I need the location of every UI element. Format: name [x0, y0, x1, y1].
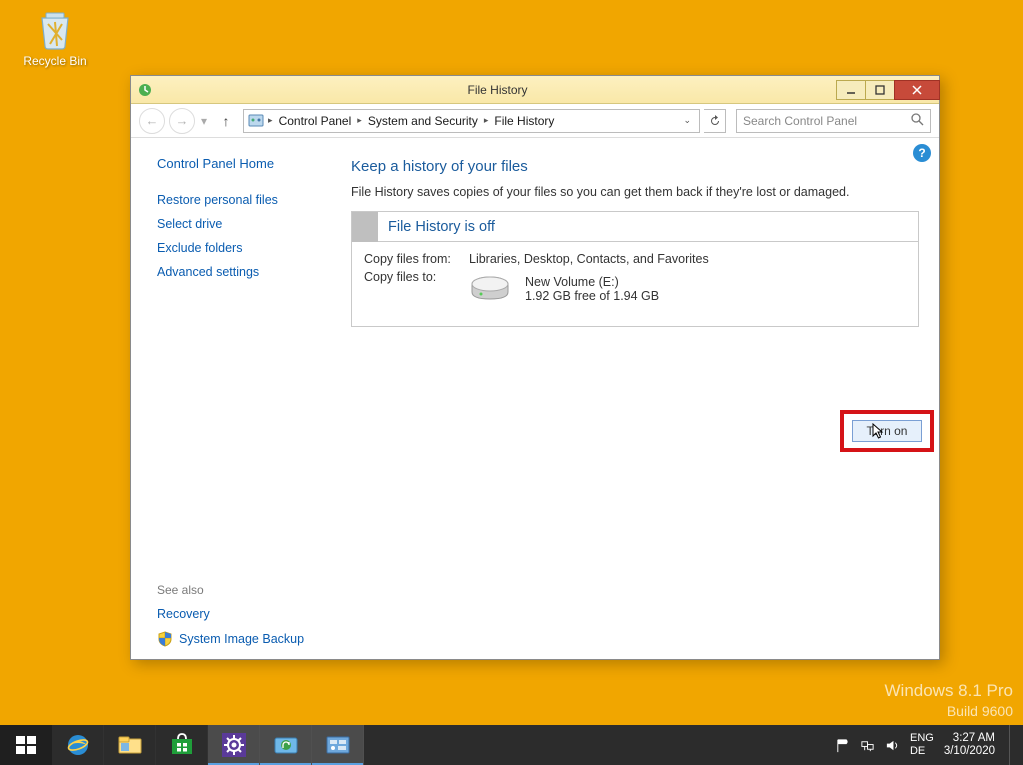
watermark: Windows 8.1 Pro Build 9600	[885, 680, 1014, 720]
hard-drive-icon	[469, 274, 511, 304]
sidebar: Control Panel Home Restore personal file…	[131, 138, 351, 659]
refresh-button[interactable]	[704, 109, 726, 133]
search-placeholder: Search Control Panel	[743, 114, 857, 128]
taskbar-explorer[interactable]	[104, 725, 156, 765]
chevron-right-icon[interactable]: ▸	[355, 115, 364, 126]
drive-space: 1.92 GB free of 1.94 GB	[525, 289, 659, 303]
network-icon[interactable]	[860, 738, 875, 753]
copy-from-label: Copy files from:	[364, 252, 469, 266]
search-input[interactable]: Search Control Panel	[736, 109, 931, 133]
recycle-bin-label: Recycle Bin	[23, 54, 86, 68]
volume-icon[interactable]	[885, 738, 900, 753]
highlight-annotation: Turn on	[840, 410, 934, 452]
nav-back-button[interactable]: ←	[139, 108, 165, 134]
address-bar[interactable]: ▸ Control Panel ▸ System and Security ▸ …	[243, 109, 700, 133]
taskbar-ie[interactable]	[52, 725, 104, 765]
see-also-label: See also	[157, 583, 341, 597]
window-title: File History	[159, 83, 836, 97]
sidebar-link-exclude[interactable]: Exclude folders	[157, 241, 341, 255]
language-indicator[interactable]: ENGDE	[910, 732, 934, 757]
sidebar-link-select-drive[interactable]: Select drive	[157, 217, 341, 231]
chevron-right-icon[interactable]: ▸	[482, 115, 491, 126]
flag-icon[interactable]	[835, 738, 850, 753]
recycle-bin-icon	[32, 6, 78, 52]
status-title: File History is off	[378, 219, 495, 235]
copy-to-label: Copy files to:	[364, 270, 469, 284]
taskbar: ENGDE 3:27 AM3/10/2020	[0, 725, 1023, 765]
shield-icon	[157, 631, 173, 647]
recycle-bin[interactable]: Recycle Bin	[22, 6, 88, 68]
copy-from-value: Libraries, Desktop, Contacts, and Favori…	[469, 252, 906, 266]
drive-name: New Volume (E:)	[525, 275, 659, 289]
control-panel-home-link[interactable]: Control Panel Home	[157, 156, 341, 171]
control-panel-icon	[248, 113, 264, 129]
close-button[interactable]	[894, 80, 940, 100]
page-heading: Keep a history of your files	[351, 158, 919, 175]
main-content: Keep a history of your files File Histor…	[351, 138, 939, 659]
navbar: ← → ▾ ↑ ▸ Control Panel ▸ System and Sec…	[131, 104, 939, 138]
breadcrumb-seg-0[interactable]: Control Panel	[277, 114, 354, 128]
window-icon	[137, 82, 153, 98]
minimize-button[interactable]	[836, 80, 866, 100]
chevron-right-icon[interactable]: ▸	[266, 115, 275, 126]
titlebar[interactable]: File History	[131, 76, 939, 104]
nav-forward-button[interactable]: →	[169, 108, 195, 134]
status-indicator-icon	[352, 212, 378, 242]
sidebar-link-system-image[interactable]: System Image Backup	[179, 632, 304, 646]
clock[interactable]: 3:27 AM3/10/2020	[944, 732, 995, 758]
taskbar-control-panel[interactable]	[312, 725, 364, 765]
cursor-icon	[872, 423, 886, 441]
taskbar-store[interactable]	[156, 725, 208, 765]
sidebar-link-advanced[interactable]: Advanced settings	[157, 265, 341, 279]
address-dropdown-icon[interactable]: ⌄	[679, 115, 695, 126]
sidebar-link-restore[interactable]: Restore personal files	[157, 193, 341, 207]
nav-history-dropdown[interactable]: ▾	[199, 114, 209, 128]
nav-up-button[interactable]: ↑	[217, 112, 235, 130]
maximize-button[interactable]	[865, 80, 895, 100]
page-subtitle: File History saves copies of your files …	[351, 185, 919, 199]
search-icon	[911, 113, 924, 129]
breadcrumb-seg-2[interactable]: File History	[492, 114, 556, 128]
system-tray: ENGDE 3:27 AM3/10/2020	[835, 725, 1023, 765]
breadcrumb-seg-1[interactable]: System and Security	[366, 114, 480, 128]
taskbar-sync[interactable]	[260, 725, 312, 765]
start-button[interactable]	[0, 725, 52, 765]
show-desktop-button[interactable]	[1009, 725, 1017, 765]
taskbar-settings[interactable]	[208, 725, 260, 765]
file-history-window: File History ← → ▾ ↑ ▸ Control Panel ▸ S…	[130, 75, 940, 660]
turn-on-button[interactable]: Turn on	[852, 420, 922, 442]
sidebar-link-recovery[interactable]: Recovery	[157, 607, 341, 621]
status-box: File History is off Copy files from: Lib…	[351, 211, 919, 327]
